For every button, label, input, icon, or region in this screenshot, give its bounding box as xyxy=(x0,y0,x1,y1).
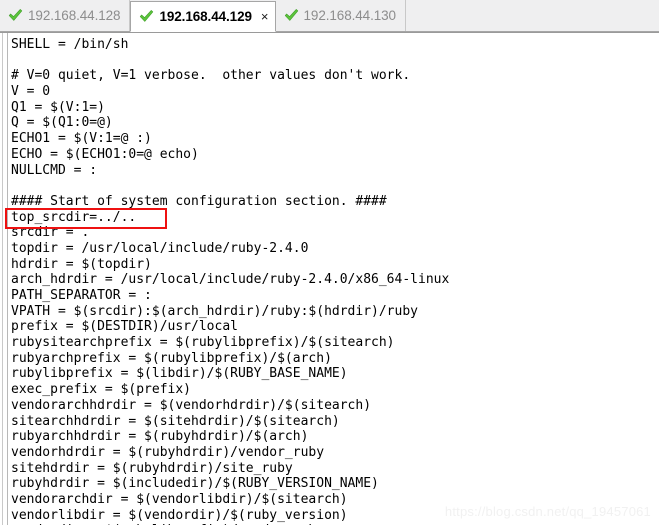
terminal-line: vendorlibdir = $(vendordir)/$(ruby_versi… xyxy=(11,507,348,523)
tab-192.168.44.129[interactable]: 192.168.44.129 × xyxy=(130,1,276,32)
terminal-line: arch_hdrdir = /usr/local/include/ruby-2.… xyxy=(11,272,450,288)
terminal-line: rubylibprefix = $(libdir)/$(RUBY_BASE_NA… xyxy=(11,366,348,382)
tab-192.168.44.130[interactable]: 192.168.44.130 xyxy=(276,0,406,31)
tab-label: 192.168.44.130 xyxy=(303,8,397,23)
terminal-line: V = 0 xyxy=(11,84,51,100)
terminal-line: ECHO = $(ECHO1:0=@ echo) xyxy=(11,146,199,162)
terminal-line: rubyarchprefix = $(rubylibprefix)/$(arch… xyxy=(11,350,332,366)
terminal-line: exec_prefix = $(prefix) xyxy=(11,382,192,398)
terminal-line: vendorhdrdir = $(rubyhdrdir)/vendor_ruby xyxy=(11,444,325,460)
terminal-line: prefix = $(DESTDIR)/usr/local xyxy=(11,319,238,335)
tab-bar: 192.168.44.128 192.168.44.129 × 192.168.44.… xyxy=(0,0,659,32)
terminal-line: vendorarchhdrdir = $(vendorhdrdir)/$(sit… xyxy=(11,397,372,413)
terminal-line: rubyhdrdir = $(includedir)/$(RUBY_VERSIO… xyxy=(11,476,379,492)
terminal-line: rubyarchhdrdir = $(rubyhdrdir)/$(arch) xyxy=(11,429,309,445)
terminal-line: rubysitearchprefix = $(rubylibprefix)/$(… xyxy=(11,335,395,351)
terminal-line: hdrdir = $(topdir) xyxy=(11,256,152,272)
tab-label: 192.168.44.128 xyxy=(28,8,121,23)
green-check-icon xyxy=(8,8,23,23)
terminal-line: # V=0 quiet, V=1 verbose. other values d… xyxy=(11,68,411,84)
terminal-line: Q = $(Q1:0=@) xyxy=(11,115,113,131)
terminal-output[interactable]: SHELL = /bin/sh # V=0 quiet, V=1 verbose.… xyxy=(11,37,657,525)
terminal-line: #### Start of system configuration secti… xyxy=(11,193,387,209)
tab-label: 192.168.44.129 xyxy=(159,9,252,24)
terminal-line: sitearchhdrdir = $(sitehdrdir)/$(sitearc… xyxy=(11,413,340,429)
terminal-line: topdir = /usr/local/include/ruby-2.4.0 xyxy=(11,240,309,256)
terminal-panel[interactable]: SHELL = /bin/sh # V=0 quiet, V=1 verbose.… xyxy=(0,32,659,525)
tab-192.168.44.128[interactable]: 192.168.44.128 xyxy=(0,0,131,31)
terminal-line: top_srcdir=../.. xyxy=(11,209,137,225)
terminal-line: sitehdrdir = $(rubyhdrdir)/site_ruby xyxy=(11,460,293,476)
terminal-line: srcdir = . xyxy=(11,225,90,241)
terminal-line: VPATH = $(srcdir):$(arch_hdrdir)/ruby:$(… xyxy=(11,303,418,319)
terminal-line: PATH_SEPARATOR = : xyxy=(11,288,152,303)
terminal-line: ECHO1 = $(V:1=@ :) xyxy=(11,131,152,147)
terminal-line: SHELL = /bin/sh xyxy=(11,37,129,52)
close-icon[interactable]: × xyxy=(261,10,269,23)
green-check-icon xyxy=(139,9,154,24)
green-check-icon xyxy=(284,8,299,23)
terminal-line: NULLCMD = : xyxy=(11,162,98,178)
terminal-line: vendorarchdir = $(vendorlibdir)/$(sitear… xyxy=(11,491,348,507)
terminal-left-gutter xyxy=(0,33,8,525)
terminal-line: Q1 = $(V:1=) xyxy=(11,99,105,115)
